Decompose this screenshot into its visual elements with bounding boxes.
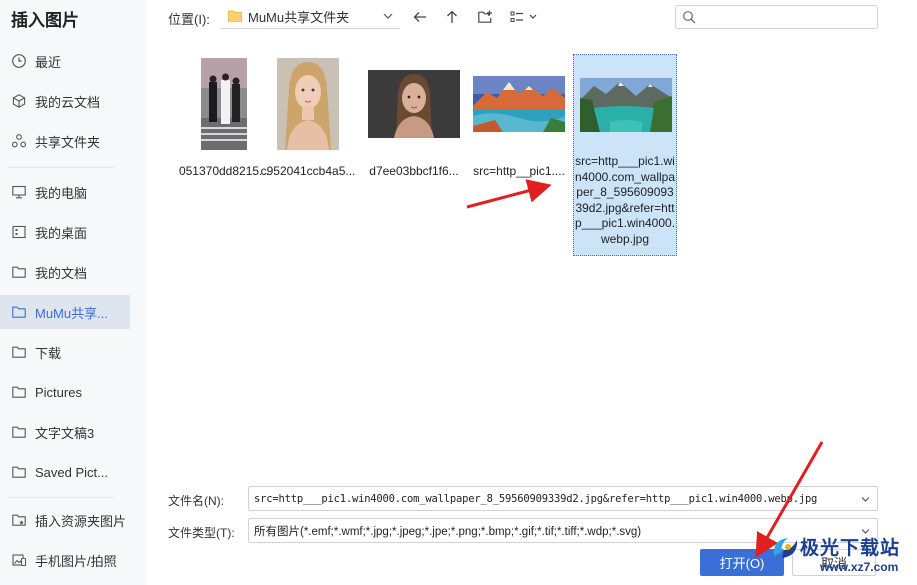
folder-icon [11, 264, 27, 280]
sidebar-item-cloud-docs[interactable]: 我的云文档 [0, 84, 130, 118]
search-box[interactable] [675, 5, 878, 29]
sidebar-item-shared-folder[interactable]: 共享文件夹 [0, 124, 130, 158]
new-folder-button[interactable] [475, 7, 495, 27]
view-mode-button[interactable] [510, 7, 540, 27]
file-name: src=http__pic1.... [473, 164, 565, 178]
filename-label: 文件名(N): [168, 494, 224, 508]
sidebar-divider [8, 167, 114, 168]
watermark-url: www.xz7.com [820, 560, 899, 574]
arrow-up-icon [447, 10, 457, 23]
folder-icon [11, 424, 27, 440]
file-thumbnail [473, 76, 565, 132]
folder-icon [11, 344, 27, 360]
sidebar-item-label: 插入资源夹图片 [35, 513, 127, 529]
sidebar-item-saved-pictures[interactable]: Saved Pict... [0, 455, 130, 489]
sidebar-item-label: MuMu共享... [35, 305, 108, 321]
file-thumbnail [277, 58, 339, 150]
folder-icon [11, 384, 27, 400]
file-thumbnail [201, 58, 247, 150]
sidebar-item-downloads[interactable]: 下载 [0, 335, 130, 369]
sidebar-item-label: Saved Pict... [35, 464, 108, 480]
file-thumbnail [580, 78, 672, 132]
sidebar-item-label: 我的文档 [35, 265, 88, 281]
filename-input[interactable]: src=http___pic1.win4000.com_wallpaper_8_… [248, 486, 878, 511]
file-item[interactable]: src=http__pic1.... [469, 54, 569, 184]
dialog-title: 插入图片 [11, 11, 79, 30]
sidebar-item-label: 我的电脑 [35, 185, 88, 201]
sidebar-item-label: 我的桌面 [35, 225, 88, 241]
sidebar-item-my-documents[interactable]: 我的文档 [0, 255, 130, 289]
location-dropdown[interactable]: MuMu共享文件夹 [220, 4, 400, 29]
filetype-label: 文件类型(T): [168, 526, 235, 540]
folder-icon [11, 464, 27, 480]
file-item-selected[interactable]: src=http___pic1.win4000.com_wallpaper_8_… [573, 54, 677, 256]
sidebar-item-phone-photos[interactable]: 手机图片/拍照 [0, 543, 130, 577]
file-item[interactable]: c952041ccb4a5... [258, 54, 358, 184]
folder-icon [11, 304, 27, 320]
monitor-icon [11, 184, 27, 200]
search-input[interactable] [700, 8, 870, 26]
file-name: d7ee03bbcf1f6... [369, 164, 459, 178]
desktop-icon [11, 224, 27, 240]
insert-picture-dialog: 插入图片 最近 我的云文档 共享文件夹 我的电脑 我的桌面 我的文档 MuMu共… [0, 0, 917, 585]
back-button[interactable] [410, 7, 430, 27]
arrow-to-selected-file [466, 179, 552, 209]
arrow-left-icon [413, 12, 426, 22]
sidebar-item-label: 下载 [35, 345, 62, 361]
filetype-value: 所有图片(*.emf;*.wmf;*.jpg;*.jpeg;*.jpe;*.pn… [254, 525, 642, 538]
chevron-down-icon[interactable] [860, 494, 871, 505]
sidebar-item-label: 手机图片/拍照 [35, 553, 117, 569]
cube-icon [11, 93, 27, 109]
file-thumbnail [368, 70, 460, 138]
sidebar-item-my-computer[interactable]: 我的电脑 [0, 175, 130, 209]
watermark-title: 极光下载站 [800, 538, 901, 559]
new-folder-icon [478, 10, 492, 23]
logo-icon [773, 538, 798, 558]
watermark: 极光下载站 www.xz7.com [768, 530, 916, 582]
sidebar: 插入图片 最近 我的云文档 共享文件夹 我的电脑 我的桌面 我的文档 MuMu共… [0, 0, 146, 585]
file-name: c952041ccb4a5... [260, 164, 356, 178]
chevron-down-icon [383, 13, 393, 19]
sidebar-item-insert-resource-images[interactable]: 插入资源夹图片 [0, 503, 130, 537]
file-item[interactable]: d7ee03bbcf1f6... [364, 54, 464, 184]
location-value: MuMu共享文件夹 [248, 9, 350, 25]
list-view-icon [510, 11, 537, 22]
sidebar-item-label: 我的云文档 [35, 94, 101, 110]
sidebar-item-label: 文字文稿3 [35, 425, 95, 441]
sidebar-item-recent[interactable]: 最近 [0, 44, 130, 78]
location-label: 位置(I): [168, 12, 210, 27]
sidebar-item-label: 最近 [35, 54, 62, 70]
sidebar-item-label: Pictures [35, 384, 82, 400]
sidebar-item-my-desktop[interactable]: 我的桌面 [0, 215, 130, 249]
sidebar-item-pictures[interactable]: Pictures [0, 375, 130, 409]
folder-icon [228, 10, 242, 22]
file-name: src=http___pic1.win4000.com_wallpaper_8_… [574, 154, 676, 246]
share-icon [11, 133, 27, 149]
clock-icon [11, 53, 27, 69]
sidebar-item-mumu-shared[interactable]: MuMu共享... [0, 295, 130, 329]
sidebar-divider [8, 497, 114, 498]
sidebar-item-text-doc3[interactable]: 文字文稿3 [0, 415, 130, 449]
up-folder-button[interactable] [442, 7, 462, 27]
filename-value: src=http___pic1.win4000.com_wallpaper_8_… [254, 492, 818, 505]
search-icon [683, 11, 696, 24]
star-folder-icon [11, 512, 27, 528]
sidebar-item-label: 共享文件夹 [35, 134, 101, 150]
phone-icon [11, 552, 27, 568]
